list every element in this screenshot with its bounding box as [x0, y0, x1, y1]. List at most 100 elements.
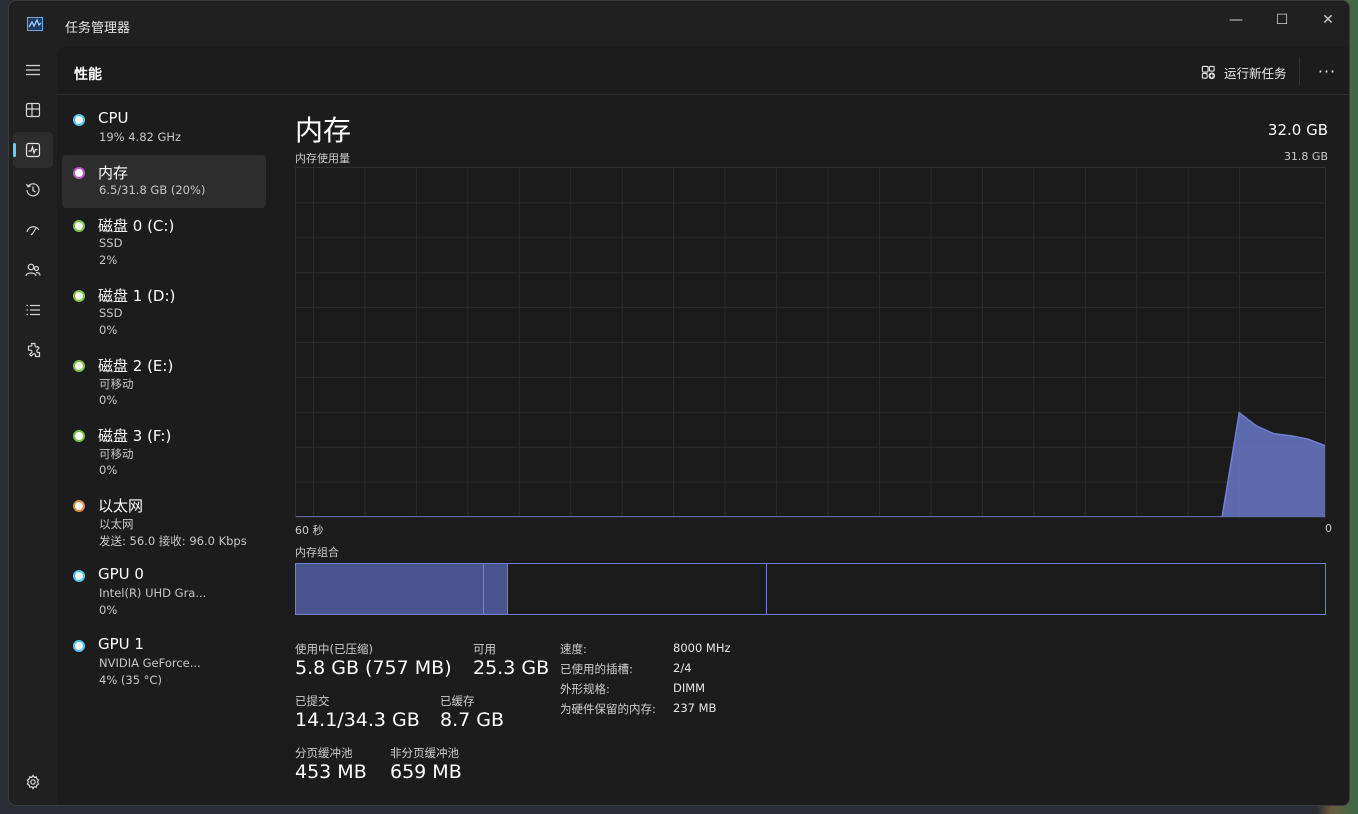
perf-item-subtitle: 19% 4.82 GHz	[99, 130, 182, 144]
main-panel: 性能 运行新任务 ··· CPU 19% 4.82 GHz 内存 6.5/31.8 G…	[57, 47, 1349, 805]
speed-label: 速度:	[560, 642, 587, 656]
committed-label: 已提交	[295, 694, 330, 708]
hardware-reserved-value: 237 MB	[673, 701, 717, 715]
perf-item-subtitle: SSD	[99, 236, 123, 250]
status-dot-icon	[73, 290, 85, 302]
page-header: 性能 运行新任务 ···	[57, 47, 1349, 95]
nav-settings[interactable]	[13, 764, 53, 800]
perf-item-value: 0%	[99, 393, 118, 407]
services-icon	[27, 342, 41, 358]
perf-item-name: 磁盘 1 (D:)	[98, 287, 176, 305]
perf-list-item[interactable]: GPU 1 NVIDIA GeForce... 4% (35 °C)	[62, 628, 266, 694]
perf-item-name: CPU	[98, 109, 129, 127]
perf-item-name: 磁盘 2 (E:)	[98, 357, 174, 375]
perf-list-item[interactable]: 内存 6.5/31.8 GB (20%)	[62, 155, 266, 208]
x-axis-label-left: 60 秒	[295, 524, 324, 537]
memory-usage-label: 内存使用量	[295, 152, 350, 165]
committed-value: 14.1/34.3 GB	[295, 709, 420, 731]
composition-segment	[507, 564, 767, 614]
nav-startup-apps[interactable]	[13, 212, 53, 248]
perf-item-subtitle: NVIDIA GeForce...	[99, 656, 201, 670]
nav-details[interactable]	[13, 292, 53, 328]
status-dot-icon	[73, 167, 85, 179]
cached-label: 已缓存	[440, 694, 475, 708]
hamburger-menu-button[interactable]	[13, 52, 53, 88]
window-title: 任务管理器	[65, 21, 131, 36]
cached-value: 8.7 GB	[440, 709, 505, 731]
perf-item-value: 发送: 56.0 接收: 96.0 Kbps	[99, 534, 247, 548]
memory-composition-bar	[295, 563, 1326, 615]
perf-list-item[interactable]: 以太网 以太网 发送: 56.0 接收: 96.0 Kbps	[62, 488, 266, 554]
close-icon: ✕	[1322, 12, 1334, 28]
perf-list-item[interactable]: 磁盘 3 (F:) 可移动 0%	[62, 418, 266, 484]
processes-icon	[25, 102, 41, 118]
status-dot-icon	[73, 430, 85, 442]
nav-processes[interactable]	[13, 92, 53, 128]
perf-list-item[interactable]: 磁盘 1 (D:) SSD 0%	[62, 278, 266, 344]
nav-rail	[9, 47, 57, 805]
composition-segment	[483, 564, 508, 614]
memory-composition-label: 内存组合	[295, 546, 339, 559]
perf-list-item[interactable]: 磁盘 0 (C:) SSD 2%	[62, 208, 266, 274]
perf-item-subtitle: Intel(R) UHD Gra...	[99, 586, 207, 600]
title-bar[interactable]: 任务管理器 — ☐ ✕	[9, 1, 1349, 47]
nonpaged-pool-value: 659 MB	[390, 761, 462, 783]
perf-item-name: 磁盘 0 (C:)	[98, 217, 175, 235]
perf-list-item[interactable]: CPU 19% 4.82 GHz	[62, 102, 266, 152]
paged-pool-label: 分页缓冲池	[295, 746, 353, 760]
perf-item-value: 2%	[99, 253, 118, 267]
status-dot-icon	[73, 570, 85, 582]
run-new-task-button[interactable]: 运行新任务	[1201, 61, 1287, 83]
available-value: 25.3 GB	[473, 657, 550, 679]
speed-value: 8000 MHz	[673, 641, 731, 655]
performance-icon	[25, 142, 41, 158]
close-button[interactable]: ✕	[1305, 5, 1349, 35]
memory-usage-max: 31.8 GB	[1283, 150, 1328, 163]
slots-used-label: 已使用的插槽:	[560, 662, 633, 676]
memory-usage-chart	[295, 167, 1326, 518]
hardware-reserved-label: 为硬件保留的内存:	[560, 702, 656, 716]
form-factor-value: DIMM	[673, 681, 706, 695]
maximize-button[interactable]: ☐	[1259, 5, 1305, 35]
app-history-icon	[25, 183, 40, 197]
nav-services[interactable]	[13, 332, 53, 368]
composition-segment	[766, 564, 1325, 614]
task-manager-app-icon	[27, 17, 43, 31]
more-options-button[interactable]: ···	[1315, 59, 1339, 83]
memory-usage-line	[296, 411, 1325, 517]
perf-list-item[interactable]: 磁盘 2 (E:) 可移动 0%	[62, 348, 266, 414]
menu-icon	[26, 64, 40, 76]
form-factor-label: 外形规格:	[560, 682, 610, 696]
slots-used-value: 2/4	[673, 661, 692, 675]
minimize-icon: —	[1229, 12, 1243, 28]
minimize-button[interactable]: —	[1213, 5, 1259, 35]
details-icon	[26, 304, 40, 316]
perf-item-subtitle: SSD	[99, 306, 123, 320]
users-icon	[25, 263, 41, 277]
perf-item-value: 0%	[99, 323, 118, 337]
more-icon: ···	[1317, 61, 1337, 81]
status-dot-icon	[73, 500, 85, 512]
perf-list-item[interactable]: GPU 0 Intel(R) UHD Gra... 0%	[62, 558, 266, 624]
run-task-icon	[1201, 65, 1216, 79]
memory-title: 内存	[295, 114, 352, 147]
nav-app-history[interactable]	[13, 172, 53, 208]
perf-item-subtitle: 可移动	[99, 377, 134, 391]
nav-performance[interactable]	[13, 132, 53, 168]
perf-item-name: GPU 0	[98, 565, 144, 583]
memory-usage-area	[296, 412, 1325, 517]
perf-item-value: 0%	[99, 603, 118, 617]
perf-item-value: 4% (35 °C)	[99, 673, 162, 687]
maximize-icon: ☐	[1275, 12, 1289, 28]
perf-item-value: 0%	[99, 463, 118, 477]
perf-item-subtitle: 6.5/31.8 GB (20%)	[99, 183, 206, 197]
page-title: 性能	[74, 67, 102, 83]
status-dot-icon	[73, 360, 85, 372]
memory-total: 32.0 GB	[1267, 121, 1328, 139]
x-axis-label-right: 0	[1325, 522, 1332, 535]
task-manager-window: 任务管理器 — ☐ ✕ 性能 运行新任务 ··· CPU 19% 4.82 GH…	[8, 0, 1350, 806]
in-use-label: 使用中(已压缩)	[295, 642, 373, 656]
gear-icon	[26, 774, 40, 790]
nonpaged-pool-label: 非分页缓冲池	[390, 746, 459, 760]
nav-users[interactable]	[13, 252, 53, 288]
